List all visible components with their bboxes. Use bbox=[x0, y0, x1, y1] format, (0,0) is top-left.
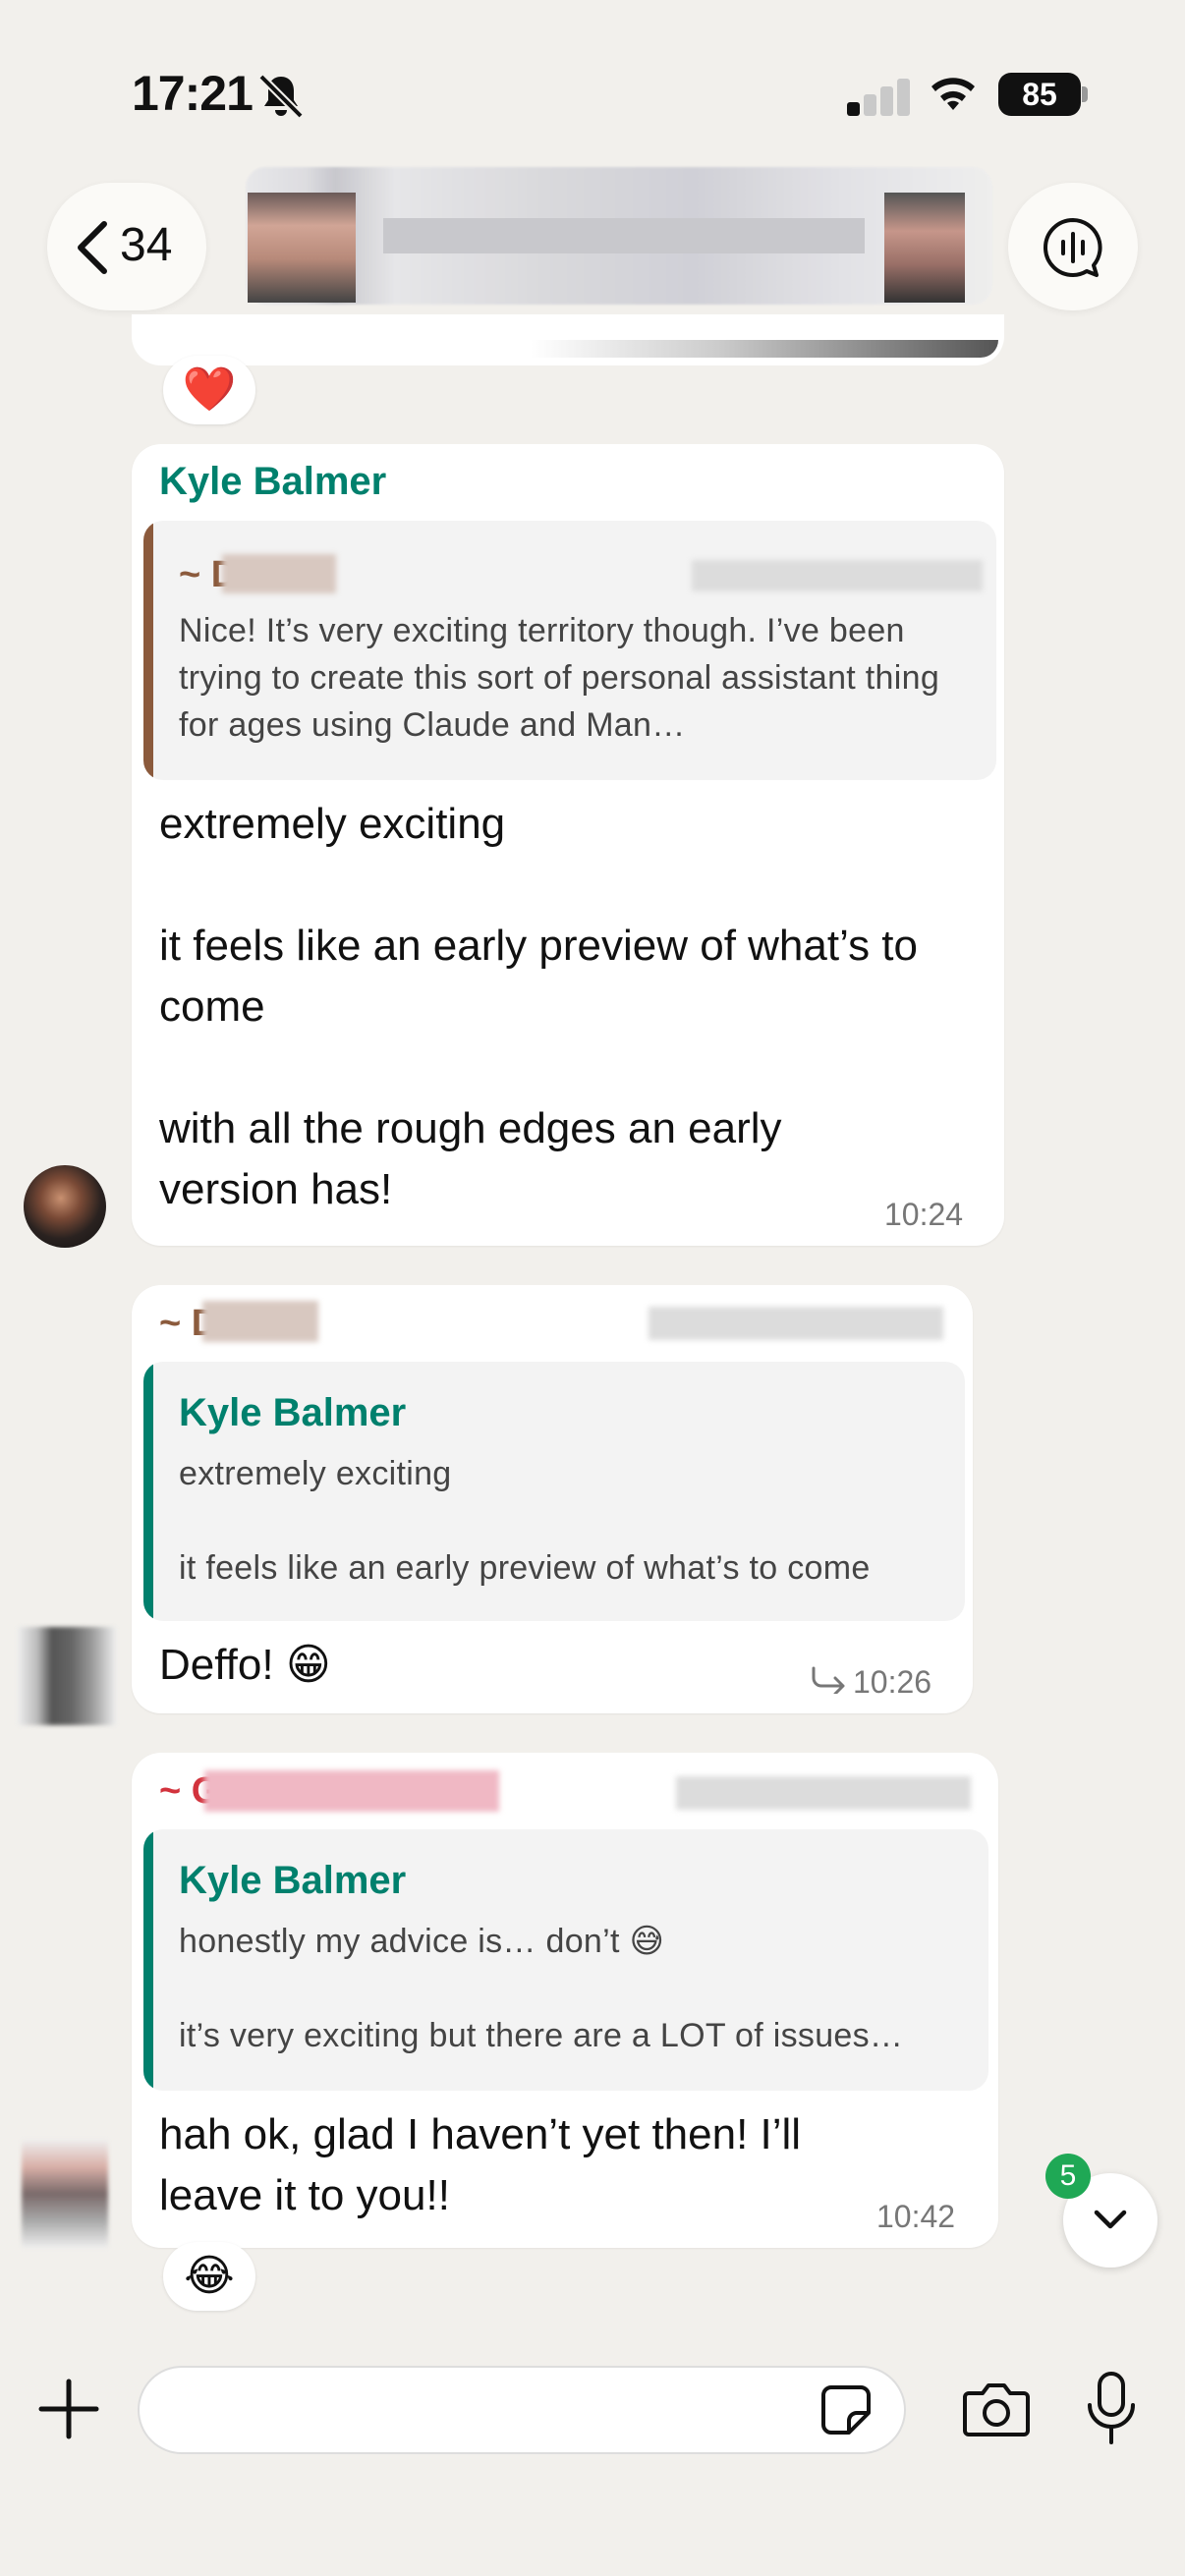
silent-bell-icon bbox=[258, 74, 304, 119]
quote-accent-bar bbox=[143, 1362, 153, 1621]
message-time: 10:24 bbox=[884, 1197, 964, 1232]
message-text: extremely exciting it feels like an earl… bbox=[159, 800, 918, 1213]
quote-author: Kyle Balmer bbox=[179, 1391, 407, 1434]
chevron-down-icon[interactable] bbox=[1091, 2203, 1130, 2238]
message-input[interactable] bbox=[138, 2366, 906, 2454]
quote-text: it feels like an early preview of what’s… bbox=[179, 1549, 871, 1587]
quote-text: Nice! It’s very exciting territory thoug… bbox=[179, 612, 940, 744]
sender-avatar-redacted[interactable] bbox=[22, 2140, 108, 2248]
redacted-phone bbox=[676, 1776, 971, 1810]
message-time: 10:26 bbox=[853, 1664, 932, 1700]
cellular-signal-icon bbox=[847, 77, 910, 116]
group-avatar-redacted[interactable] bbox=[248, 193, 356, 303]
battery-indicator: 85 bbox=[998, 73, 1081, 116]
message-reaction[interactable]: 😂 bbox=[163, 2242, 255, 2311]
wifi-icon bbox=[931, 78, 975, 110]
redacted-name bbox=[222, 554, 336, 593]
redacted-phone bbox=[649, 1307, 943, 1340]
chevron-left-icon[interactable] bbox=[71, 218, 114, 277]
unread-badge: 5 bbox=[1045, 2154, 1091, 2199]
message-time: 10:42 bbox=[876, 2199, 956, 2234]
sender-avatar[interactable] bbox=[24, 1165, 106, 1248]
quote-text: honestly my advice is… don’t 😅 bbox=[179, 1923, 665, 1960]
redacted-name bbox=[202, 1301, 318, 1342]
redacted-phone bbox=[692, 560, 983, 591]
status-time: 17:21 bbox=[132, 66, 254, 121]
previous-message-image-edge bbox=[531, 340, 998, 358]
quote-author: Kyle Balmer bbox=[179, 1859, 407, 1902]
quote-accent-bar bbox=[143, 521, 153, 780]
chat-name-redacted bbox=[383, 218, 865, 253]
sender-avatar-redacted[interactable] bbox=[18, 1627, 116, 1725]
message-reaction[interactable]: ❤️ bbox=[163, 356, 255, 424]
quote-text: it’s very exciting but there are a LOT o… bbox=[179, 2017, 904, 2054]
unread-chats-count[interactable]: 34 bbox=[120, 218, 172, 272]
participant-avatar-redacted bbox=[884, 193, 965, 303]
message-text: hah ok, glad I haven’t yet then! I’ll le… bbox=[159, 2110, 802, 2219]
quote-text: extremely exciting bbox=[179, 1455, 452, 1492]
redacted-name bbox=[204, 1770, 499, 1812]
battery-cap bbox=[1082, 86, 1088, 102]
message-text: Deffo! 😁 bbox=[159, 1641, 331, 1689]
camera-icon[interactable] bbox=[961, 2378, 1032, 2440]
microphone-icon[interactable] bbox=[1083, 2370, 1140, 2448]
sticker-icon[interactable] bbox=[818, 2381, 875, 2438]
message-sender: Kyle Balmer bbox=[159, 460, 387, 503]
forwarded-icon bbox=[812, 1666, 845, 1694]
audio-waveform-icon[interactable] bbox=[1040, 214, 1106, 281]
quote-accent-bar bbox=[143, 1829, 153, 2091]
plus-icon[interactable] bbox=[37, 2378, 100, 2440]
